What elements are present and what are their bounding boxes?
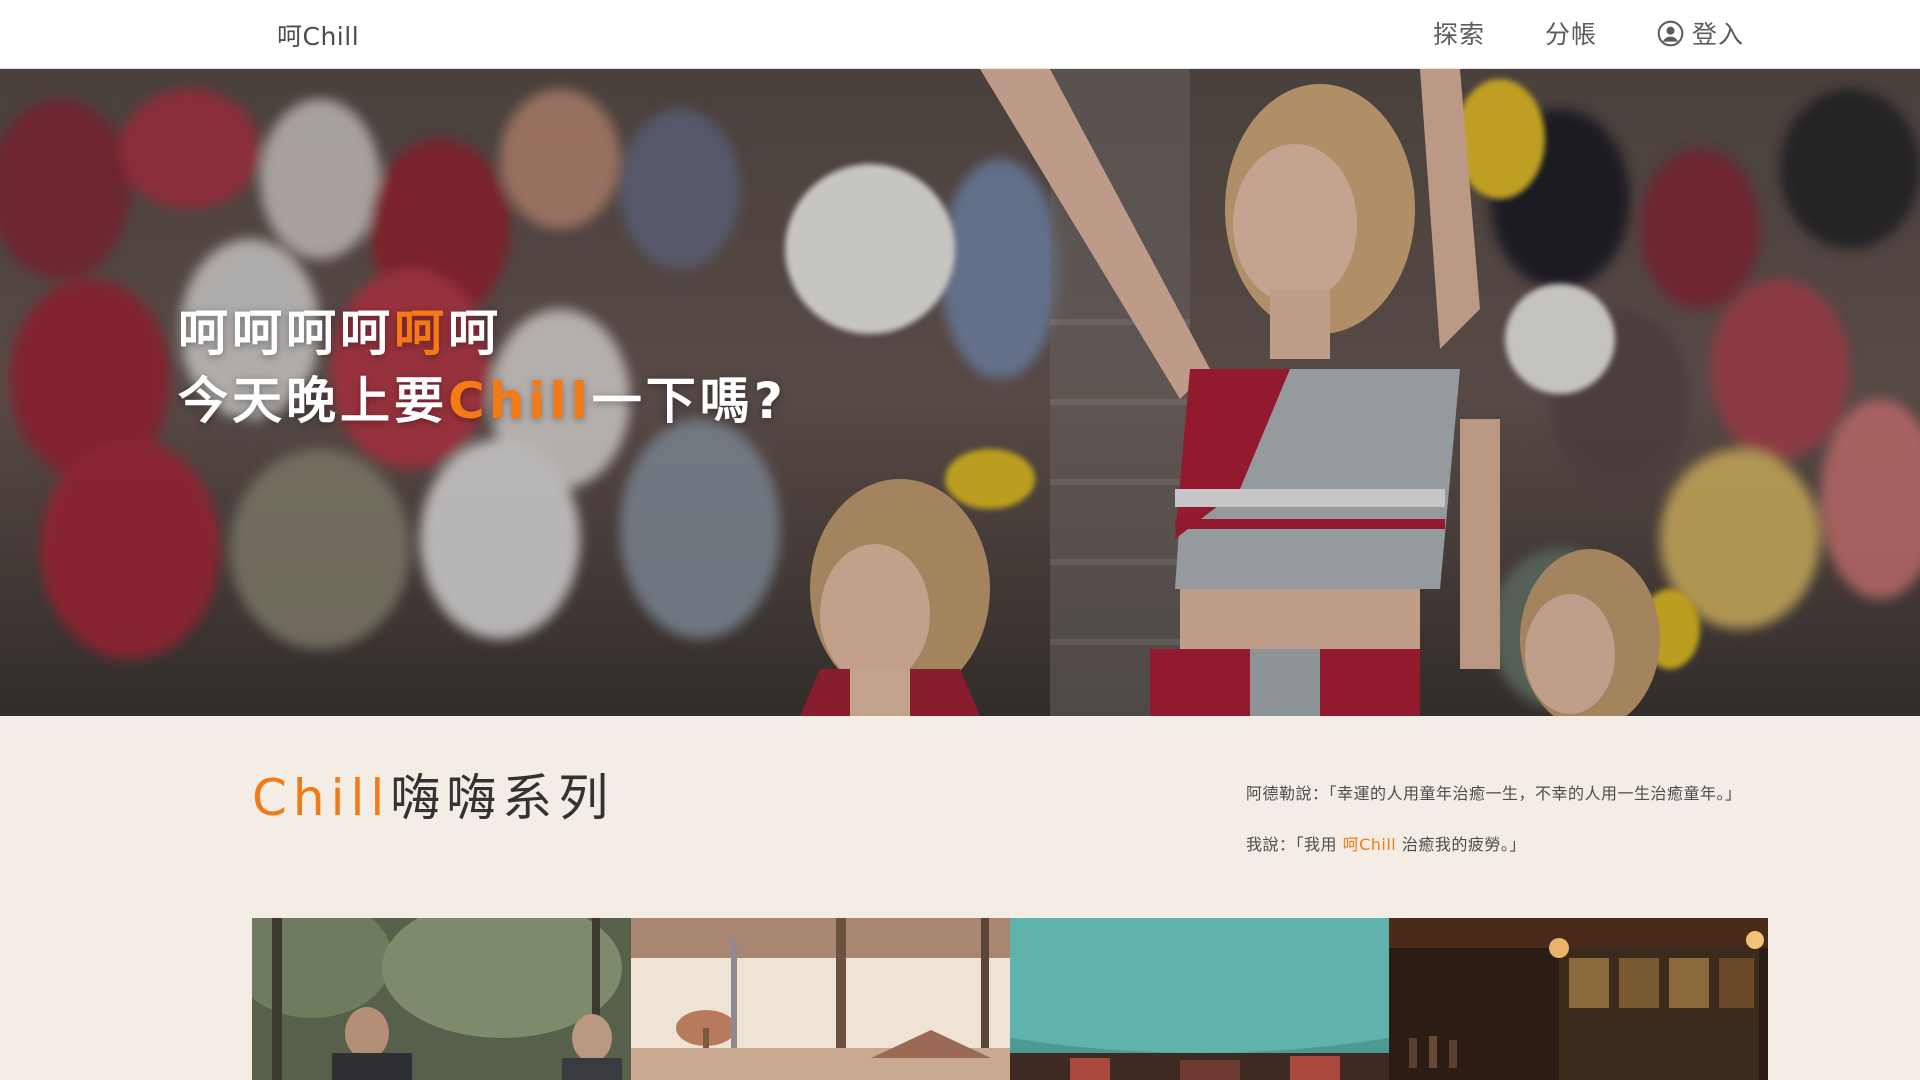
- palm-trees-photo: [631, 918, 1010, 1080]
- gallery-tile-palms[interactable]: [631, 918, 1010, 1080]
- my-quote-post: 治癒我的疲勞。」: [1396, 835, 1526, 854]
- user-circle-icon: [1657, 20, 1684, 46]
- nav-links: 探索 分帳 登入: [1433, 15, 1744, 51]
- hero-headline: 呵呵呵呵呵呵 今天晚上要Chill一下嗎?: [178, 299, 787, 435]
- gallery-tile-bar[interactable]: [1389, 918, 1768, 1080]
- series-title-rest: 嗨嗨系列: [390, 769, 615, 827]
- hero-line-1-post: 呵: [448, 304, 502, 362]
- navbar: 呵Chill 探索 分帳 登入: [0, 0, 1920, 69]
- nav-login-label: 登入: [1691, 20, 1744, 49]
- series-title-accent: Chill: [252, 769, 391, 827]
- hero-line-2-pre: 今天晚上要: [178, 372, 448, 430]
- gallery-tile-tent[interactable]: [1010, 918, 1389, 1080]
- tent-canopy-photo: [1010, 918, 1389, 1080]
- my-quote-brand: 呵Chill: [1342, 835, 1397, 854]
- hero-line-2-accent: Chill: [448, 372, 592, 430]
- hero-line-2-post: 一下嗎?: [591, 372, 787, 430]
- nav-split-bill-link[interactable]: 分帳: [1545, 15, 1597, 51]
- hero-line-1-accent: 呵: [394, 304, 448, 362]
- my-quote-pre: 我說：「我用: [1246, 835, 1343, 854]
- hero-line-1-pre: 呵呵呵呵: [178, 304, 394, 362]
- hero-line-1: 呵呵呵呵呵呵: [178, 299, 787, 367]
- gallery-tile-outdoor[interactable]: [252, 918, 631, 1080]
- hero-banner: 呵呵呵呵呵呵 今天晚上要Chill一下嗎?: [0, 69, 1920, 716]
- series-gallery: [252, 918, 1768, 1080]
- my-quote: 我說：「我用 呵Chill 治癒我的疲勞。」: [1246, 831, 1526, 855]
- nav-login-link[interactable]: 登入: [1657, 15, 1744, 51]
- outdoor-people-photo: [252, 918, 631, 1080]
- bar-interior-photo: [1389, 918, 1768, 1080]
- brand-logo-link[interactable]: 呵Chill: [277, 17, 359, 53]
- adler-quote: 阿德勒說：「幸運的人用童年治癒一生，不幸的人用一生治癒童年。」: [1246, 784, 1742, 803]
- series-title: Chill嗨嗨系列: [252, 758, 614, 830]
- hero-line-2: 今天晚上要Chill一下嗎?: [178, 367, 787, 435]
- nav-explore-link[interactable]: 探索: [1433, 15, 1485, 51]
